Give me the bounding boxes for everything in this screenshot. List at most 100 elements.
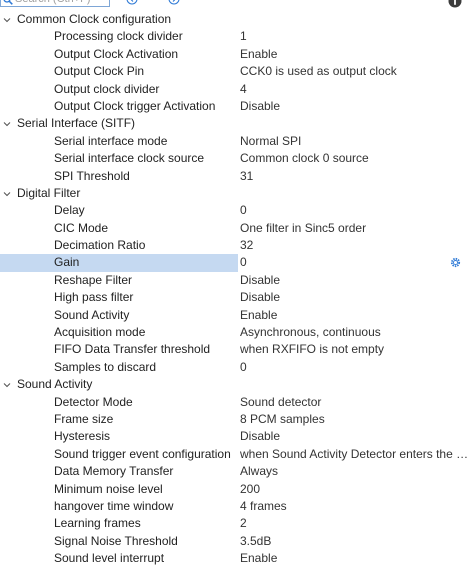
param-value[interactable]: Common clock 0 source: [238, 150, 474, 167]
param-row-fifo-data-transfer-threshold[interactable]: FIFO Data Transfer threshold when RXFIFO …: [0, 341, 474, 358]
param-row-reshape-filter[interactable]: Reshape Filter Disable: [0, 272, 474, 289]
param-value[interactable]: Always: [238, 463, 474, 480]
param-label: Signal Noise Threshold: [54, 533, 178, 548]
param-row-delay[interactable]: Delay 0: [0, 202, 474, 219]
param-row-processing-clock-divider[interactable]: Processing clock divider 1: [0, 28, 474, 45]
param-label: Detector Mode: [54, 394, 133, 409]
group-label: Sound Activity: [17, 377, 93, 392]
param-value[interactable]: 0: [238, 254, 474, 272]
parameter-tree: Common Clock configuration Processing clo…: [0, 11, 474, 568]
param-row-spi-threshold[interactable]: SPI Threshold 31: [0, 168, 474, 185]
param-row-hangover-time-window[interactable]: hangover time window 4 frames: [0, 498, 474, 515]
circle-arrow-left-icon[interactable]: [126, 0, 138, 5]
param-value[interactable]: Normal SPI: [238, 133, 474, 150]
param-label: FIFO Data Transfer threshold: [54, 342, 211, 357]
param-value[interactable]: Enable: [238, 307, 474, 324]
param-label: Sound Activity: [54, 307, 130, 322]
param-value[interactable]: Disable: [238, 289, 474, 306]
param-label: Gain: [54, 255, 80, 270]
param-value[interactable]: Enable: [238, 46, 474, 63]
param-row-sound-level-interrupt[interactable]: Sound level interrupt Enable: [0, 550, 474, 567]
circle-arrow-right-icon[interactable]: [168, 0, 180, 5]
param-label: Frame size: [54, 411, 114, 426]
param-row-samples-to-discard[interactable]: Samples to discard 0: [0, 359, 474, 376]
param-row-detector-mode[interactable]: Detector Mode Sound detector: [0, 394, 474, 411]
param-row-frame-size[interactable]: Frame size 8 PCM samples: [0, 411, 474, 428]
param-row-output-clock-pin[interactable]: Output Clock Pin CCK0 is used as output c…: [0, 63, 474, 80]
param-row-sound-activity[interactable]: Sound Activity Enable: [0, 307, 474, 324]
param-label: Output Clock Activation: [54, 46, 179, 61]
param-label: Serial interface clock source: [54, 151, 205, 166]
param-label: Sound level interrupt: [54, 551, 165, 566]
param-value[interactable]: 3.5dB: [238, 533, 474, 550]
param-row-data-memory-transfer[interactable]: Data Memory Transfer Always: [0, 463, 474, 480]
param-label: Data Memory Transfer: [54, 464, 174, 479]
group-sound-activity[interactable]: Sound Activity: [0, 376, 474, 393]
param-row-hysteresis[interactable]: Hysteresis Disable: [0, 428, 474, 445]
param-value[interactable]: 4: [238, 81, 474, 98]
group-label: Digital Filter: [17, 185, 81, 200]
group-serial-interface-sitf[interactable]: Serial Interface (SITF): [0, 115, 474, 132]
group-common-clock-configuration[interactable]: Common Clock configuration: [0, 11, 474, 28]
param-label: Hysteresis: [54, 429, 111, 444]
param-value[interactable]: 0: [238, 202, 474, 219]
gear-icon[interactable]: [450, 257, 461, 268]
param-value[interactable]: Enable: [238, 550, 474, 567]
param-row-minimum-noise-level[interactable]: Minimum noise level 200: [0, 481, 474, 498]
param-label: Delay: [54, 203, 85, 218]
param-row-serial-interface-mode[interactable]: Serial interface mode Normal SPI: [0, 133, 474, 150]
param-label: Samples to discard: [54, 359, 157, 374]
param-value[interactable]: 1: [238, 28, 474, 45]
param-value[interactable]: Sound detector: [238, 394, 474, 411]
param-row-signal-noise-threshold[interactable]: Signal Noise Threshold 3.5dB: [0, 533, 474, 550]
param-value[interactable]: 31: [238, 168, 474, 185]
param-row-high-pass-filter[interactable]: High pass filter Disable: [0, 289, 474, 306]
param-label: Acquisition mode: [54, 325, 146, 340]
param-row-output-clock-divider[interactable]: Output clock divider 4: [0, 81, 474, 98]
param-value[interactable]: CCK0 is used as output clock: [238, 63, 474, 80]
param-value[interactable]: 0: [238, 359, 474, 376]
search-input[interactable]: [15, 0, 107, 5]
search-box[interactable]: [0, 0, 110, 7]
info-icon[interactable]: [448, 0, 462, 8]
param-row-learning-frames[interactable]: Learning frames 2: [0, 515, 474, 532]
param-row-decimation-ratio[interactable]: Decimation Ratio 32: [0, 237, 474, 254]
param-value[interactable]: 32: [238, 237, 474, 254]
chevron-down-icon[interactable]: [3, 190, 11, 198]
param-label: Decimation Ratio: [54, 238, 146, 253]
group-label: Common Clock configuration: [17, 12, 172, 26]
chevron-down-icon[interactable]: [3, 381, 11, 389]
param-row-cic-mode[interactable]: CIC Mode One filter in Sinc5 order: [0, 220, 474, 237]
param-value[interactable]: One filter in Sinc5 order: [238, 220, 474, 237]
param-label: Serial interface mode: [54, 133, 168, 148]
param-value[interactable]: Asynchronous, continuous: [238, 324, 474, 341]
toolbar: [0, 0, 474, 8]
param-row-acquisition-mode[interactable]: Acquisition mode Asynchronous, continuous: [0, 324, 474, 341]
param-value[interactable]: 200: [238, 481, 474, 498]
param-value[interactable]: when Sound Activity Detector enters the …: [238, 446, 474, 463]
param-label: hangover time window: [54, 498, 174, 513]
param-value[interactable]: 8 PCM samples: [238, 411, 474, 428]
param-label: CIC Mode: [54, 220, 109, 235]
param-label: Minimum noise level: [54, 481, 163, 496]
param-value[interactable]: when RXFIFO is not empty: [238, 341, 474, 358]
param-value[interactable]: Disable: [238, 272, 474, 289]
param-label: Output Clock trigger Activation: [54, 98, 216, 113]
param-label: Sound trigger event configuration: [54, 446, 231, 461]
chevron-down-icon[interactable]: [3, 16, 11, 24]
param-row-sound-trigger-event-configuration[interactable]: Sound trigger event configuration when So…: [0, 446, 474, 463]
param-value[interactable]: 2: [238, 515, 474, 532]
chevron-down-icon[interactable]: [3, 120, 11, 128]
param-row-gain[interactable]: Gain 0: [0, 254, 474, 272]
param-row-serial-interface-clock-source[interactable]: Serial interface clock source Common cloc…: [0, 150, 474, 167]
group-digital-filter[interactable]: Digital Filter: [0, 185, 474, 202]
param-row-output-clock-activation[interactable]: Output Clock Activation Enable: [0, 46, 474, 63]
param-label: Processing clock divider: [54, 29, 183, 44]
param-row-output-clock-trigger-activation[interactable]: Output Clock trigger Activation Disable: [0, 98, 474, 115]
param-label: Output Clock Pin: [54, 64, 145, 79]
param-label: Reshape Filter: [54, 272, 133, 287]
param-value[interactable]: 4 frames: [238, 498, 474, 515]
param-label: Output clock divider: [54, 81, 160, 96]
param-value[interactable]: Disable: [238, 428, 474, 445]
param-value[interactable]: Disable: [238, 98, 474, 115]
